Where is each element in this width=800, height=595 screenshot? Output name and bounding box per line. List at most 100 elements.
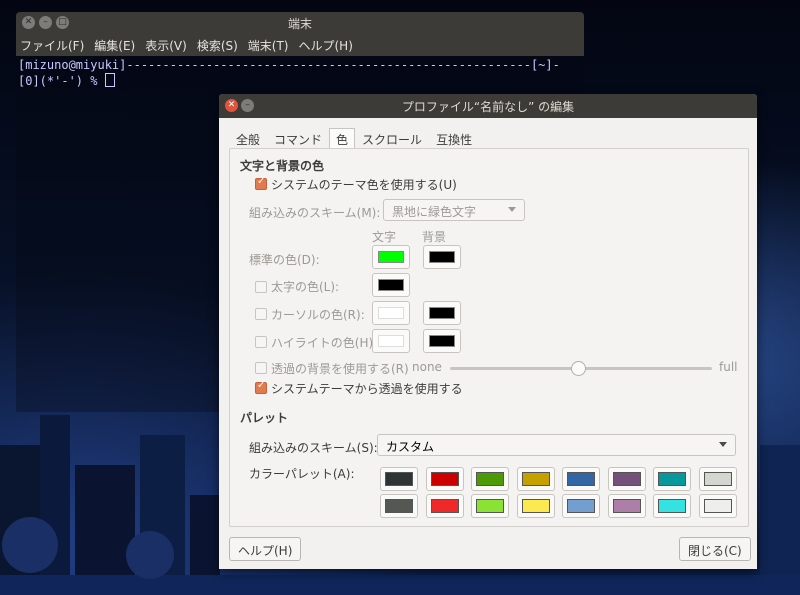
color-swatch bbox=[612, 472, 641, 486]
text-cursor bbox=[104, 73, 115, 87]
highlight-text-color-button[interactable] bbox=[372, 329, 410, 353]
tab-colors[interactable]: 色 bbox=[329, 128, 356, 148]
color-swatch bbox=[385, 472, 413, 486]
menu-edit[interactable]: 編集(E) bbox=[94, 37, 135, 54]
builtin-scheme-value: 黒地に緑色文字 bbox=[392, 205, 477, 219]
color-swatch bbox=[429, 335, 455, 347]
cursor-color-label: カーソルの色(R): bbox=[271, 308, 365, 322]
transparency-slider-handle[interactable] bbox=[571, 361, 586, 376]
palette-color-button[interactable] bbox=[380, 494, 418, 518]
tab-compatibility[interactable]: 互換性 bbox=[429, 128, 479, 148]
color-swatch bbox=[703, 472, 732, 486]
close-button[interactable]: 閉じる(C) bbox=[679, 537, 751, 561]
palette-color-button[interactable] bbox=[380, 467, 418, 491]
highlight-color-label: ハイライトの色(H): bbox=[271, 336, 378, 350]
palette-color-button[interactable] bbox=[471, 494, 509, 518]
color-swatch bbox=[429, 307, 455, 319]
color-swatch bbox=[378, 251, 404, 263]
palette-color-button[interactable] bbox=[425, 494, 464, 518]
palette-color-button[interactable] bbox=[516, 494, 555, 518]
prompt-header: [mizuno@miyuki]-------------------------… bbox=[18, 58, 560, 72]
dialog-titlebar: ✕ – プロファイル“名前なし” の編集 bbox=[219, 94, 757, 118]
color-swatch bbox=[521, 472, 550, 486]
bg-column-header: 背景 bbox=[422, 230, 447, 244]
prompt-line: [0](*'-') % bbox=[18, 73, 584, 88]
cursor-text-color-button[interactable] bbox=[372, 301, 410, 325]
color-swatch bbox=[429, 251, 455, 263]
color-swatch bbox=[658, 499, 686, 513]
use-theme-colors-label: システムのテーマ色を使用する(U) bbox=[271, 178, 457, 192]
color-swatch bbox=[703, 499, 732, 513]
bold-color-checkbox[interactable] bbox=[255, 281, 267, 293]
palette-color-button[interactable] bbox=[698, 494, 737, 518]
palette-color-button[interactable] bbox=[698, 467, 737, 491]
palette-scheme-value: カスタム bbox=[386, 440, 435, 454]
color-swatch bbox=[658, 472, 686, 486]
color-swatch bbox=[612, 499, 641, 513]
slider-min-label: none bbox=[412, 360, 442, 374]
palette-heading: パレット bbox=[240, 411, 289, 425]
terminal-title: 端末 bbox=[287, 17, 312, 31]
highlight-bg-color-button[interactable] bbox=[423, 329, 461, 353]
color-swatch bbox=[378, 279, 404, 291]
palette-color-button[interactable] bbox=[653, 467, 691, 491]
dialog-title: プロファイル“名前なし” の編集 bbox=[401, 100, 575, 114]
tab-bar: 全般 コマンド 色 スクロール 互換性 bbox=[229, 128, 479, 148]
builtin-scheme-select[interactable]: 黒地に緑色文字 bbox=[383, 199, 525, 221]
default-bg-color-button[interactable] bbox=[423, 245, 461, 269]
tab-general[interactable]: 全般 bbox=[229, 128, 267, 148]
menu-view[interactable]: 表示(V) bbox=[145, 37, 187, 54]
theme-transparency-checkbox[interactable] bbox=[255, 380, 267, 394]
color-swatch bbox=[567, 472, 595, 486]
chevron-down-icon bbox=[719, 442, 727, 447]
text-bg-heading: 文字と背景の色 bbox=[240, 159, 325, 173]
palette-color-button[interactable] bbox=[471, 467, 509, 491]
color-swatch bbox=[378, 335, 404, 347]
profile-dialog: ✕ – プロファイル“名前なし” の編集 全般 コマンド 色 スクロール 互換性… bbox=[219, 94, 757, 569]
help-button[interactable]: ヘルプ(H) bbox=[229, 537, 302, 561]
tab-scrolling[interactable]: スクロール bbox=[355, 128, 429, 148]
text-column-header: 文字 bbox=[372, 230, 397, 244]
color-swatch bbox=[476, 472, 504, 486]
color-swatch bbox=[385, 499, 413, 513]
bold-text-color-button[interactable] bbox=[372, 273, 410, 297]
transparent-bg-label: 透過の背景を使用する(R) bbox=[271, 362, 409, 376]
use-theme-colors-checkbox[interactable] bbox=[255, 176, 267, 190]
transparent-bg-checkbox[interactable] bbox=[255, 362, 267, 374]
prompt-text: [0](*'-') % bbox=[18, 74, 105, 88]
palette-color-button[interactable] bbox=[516, 467, 555, 491]
color-swatch bbox=[567, 499, 595, 513]
cursor-bg-color-button[interactable] bbox=[423, 301, 461, 325]
cursor-color-checkbox[interactable] bbox=[255, 308, 267, 320]
palette-color-button[interactable] bbox=[562, 467, 600, 491]
menu-terminal[interactable]: 端末(T) bbox=[248, 37, 289, 54]
menu-file[interactable]: ファイル(F) bbox=[20, 37, 84, 54]
color-swatch bbox=[430, 472, 459, 486]
menu-help[interactable]: ヘルプ(H) bbox=[299, 37, 353, 54]
palette-color-button[interactable] bbox=[607, 467, 646, 491]
theme-transparency-label: システムテーマから透過を使用する bbox=[271, 382, 463, 396]
color-swatch bbox=[476, 499, 504, 513]
default-color-label: 標準の色(D): bbox=[249, 253, 320, 267]
chevron-down-icon bbox=[508, 207, 516, 212]
terminal-menubar: ファイル(F) 編集(E) 表示(V) 検索(S) 端末(T) ヘルプ(H) bbox=[16, 34, 584, 56]
default-text-color-button[interactable] bbox=[372, 245, 410, 269]
color-palette-label: カラーパレット(A): bbox=[249, 467, 355, 481]
palette-color-button[interactable] bbox=[562, 494, 600, 518]
palette-color-button[interactable] bbox=[653, 494, 691, 518]
color-swatch bbox=[521, 499, 550, 513]
bold-color-label: 太字の色(L): bbox=[271, 280, 340, 294]
tab-command[interactable]: コマンド bbox=[267, 128, 329, 148]
colors-panel: 文字と背景の色 システムのテーマ色を使用する(U) 組み込みのスキーム(M): … bbox=[229, 148, 749, 527]
menu-search[interactable]: 検索(S) bbox=[197, 37, 238, 54]
builtin-scheme-label: 組み込みのスキーム(M): bbox=[249, 206, 381, 220]
palette-scheme-label: 組み込みのスキーム(S): bbox=[249, 441, 378, 455]
palette-color-button[interactable] bbox=[607, 494, 646, 518]
palette-color-button[interactable] bbox=[425, 467, 464, 491]
terminal-titlebar: ✕ – □ 端末 bbox=[16, 12, 584, 34]
highlight-color-checkbox[interactable] bbox=[255, 336, 267, 348]
slider-max-label: full bbox=[719, 360, 738, 374]
palette-scheme-select[interactable]: カスタム bbox=[377, 434, 736, 456]
color-swatch bbox=[430, 499, 459, 513]
color-swatch bbox=[378, 307, 404, 319]
